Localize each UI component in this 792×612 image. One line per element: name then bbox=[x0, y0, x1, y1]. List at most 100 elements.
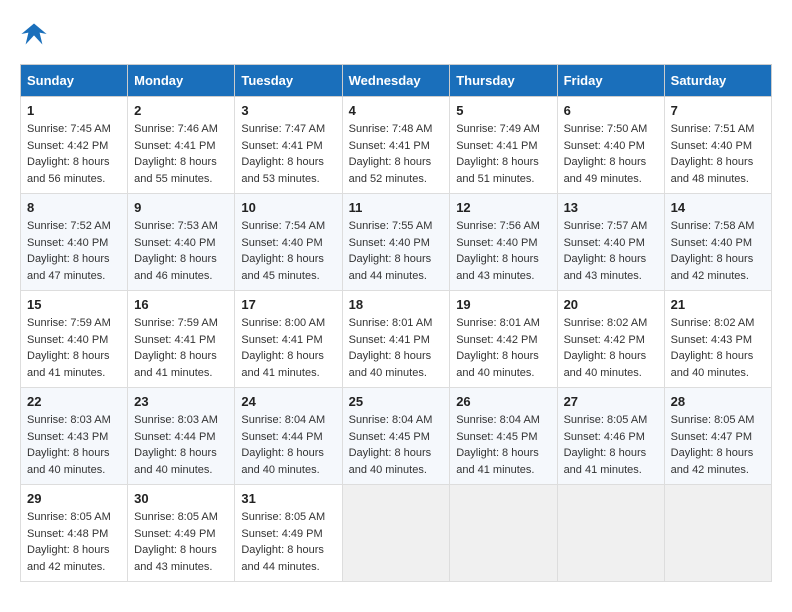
day-number: 21 bbox=[671, 297, 765, 312]
cell-info: Sunrise: 8:02 AMSunset: 4:43 PMDaylight:… bbox=[671, 315, 765, 381]
cell-line: and 42 minutes. bbox=[27, 559, 121, 576]
cell-line: Daylight: 8 hours bbox=[27, 445, 121, 462]
cell-line: Sunrise: 7:51 AM bbox=[671, 121, 765, 138]
cell-info: Sunrise: 7:58 AMSunset: 4:40 PMDaylight:… bbox=[671, 218, 765, 284]
calendar-row: 15Sunrise: 7:59 AMSunset: 4:40 PMDayligh… bbox=[21, 291, 772, 388]
cell-line: Daylight: 8 hours bbox=[564, 251, 658, 268]
calendar-cell: 17Sunrise: 8:00 AMSunset: 4:41 PMDayligh… bbox=[235, 291, 342, 388]
cell-line: and 42 minutes. bbox=[671, 462, 765, 479]
page-header bbox=[20, 20, 772, 48]
cell-line: Daylight: 8 hours bbox=[349, 445, 444, 462]
cell-info: Sunrise: 7:48 AMSunset: 4:41 PMDaylight:… bbox=[349, 121, 444, 187]
day-number: 3 bbox=[241, 103, 335, 118]
day-number: 13 bbox=[564, 200, 658, 215]
cell-info: Sunrise: 8:05 AMSunset: 4:49 PMDaylight:… bbox=[241, 509, 335, 575]
cell-line: Sunrise: 7:47 AM bbox=[241, 121, 335, 138]
day-number: 27 bbox=[564, 394, 658, 409]
logo bbox=[20, 20, 52, 48]
cell-line: Daylight: 8 hours bbox=[564, 445, 658, 462]
cell-line: Daylight: 8 hours bbox=[241, 154, 335, 171]
calendar-cell bbox=[557, 485, 664, 582]
column-header-saturday: Saturday bbox=[664, 65, 771, 97]
cell-line: and 41 minutes. bbox=[456, 462, 550, 479]
cell-line: Sunrise: 8:00 AM bbox=[241, 315, 335, 332]
calendar-cell: 28Sunrise: 8:05 AMSunset: 4:47 PMDayligh… bbox=[664, 388, 771, 485]
calendar-header-row: SundayMondayTuesdayWednesdayThursdayFrid… bbox=[21, 65, 772, 97]
cell-line: Sunrise: 8:04 AM bbox=[349, 412, 444, 429]
calendar-cell: 14Sunrise: 7:58 AMSunset: 4:40 PMDayligh… bbox=[664, 194, 771, 291]
cell-line: Sunset: 4:42 PM bbox=[564, 332, 658, 349]
cell-line: Daylight: 8 hours bbox=[241, 348, 335, 365]
cell-info: Sunrise: 7:57 AMSunset: 4:40 PMDaylight:… bbox=[564, 218, 658, 284]
cell-line: Sunset: 4:40 PM bbox=[456, 235, 550, 252]
cell-info: Sunrise: 8:00 AMSunset: 4:41 PMDaylight:… bbox=[241, 315, 335, 381]
cell-line: Sunset: 4:41 PM bbox=[134, 332, 228, 349]
cell-line: Daylight: 8 hours bbox=[349, 154, 444, 171]
cell-line: and 51 minutes. bbox=[456, 171, 550, 188]
cell-line: Sunrise: 8:05 AM bbox=[241, 509, 335, 526]
cell-line: Sunset: 4:47 PM bbox=[671, 429, 765, 446]
calendar-cell: 20 Sunrise: 8:02 AMSunset: 4:42 PMDayligh… bbox=[557, 291, 664, 388]
cell-line: and 41 minutes. bbox=[134, 365, 228, 382]
cell-line: and 40 minutes. bbox=[349, 365, 444, 382]
cell-line: Sunset: 4:40 PM bbox=[27, 235, 121, 252]
day-number: 26 bbox=[456, 394, 550, 409]
cell-line: and 43 minutes. bbox=[564, 268, 658, 285]
cell-line: Sunset: 4:41 PM bbox=[349, 138, 444, 155]
cell-line: Sunrise: 8:05 AM bbox=[27, 509, 121, 526]
day-number: 5 bbox=[456, 103, 550, 118]
day-number: 11 bbox=[349, 200, 444, 215]
cell-info: Sunrise: 7:47 AMSunset: 4:41 PMDaylight:… bbox=[241, 121, 335, 187]
cell-line: Sunrise: 8:01 AM bbox=[456, 315, 550, 332]
cell-line: Daylight: 8 hours bbox=[456, 348, 550, 365]
calendar-cell bbox=[664, 485, 771, 582]
cell-info: Sunrise: 7:59 AMSunset: 4:41 PMDaylight:… bbox=[134, 315, 228, 381]
cell-line: and 48 minutes. bbox=[671, 171, 765, 188]
cell-info: Sunrise: 7:50 AMSunset: 4:40 PMDaylight:… bbox=[564, 121, 658, 187]
calendar-row: 1 Sunrise: 7:45 AMSunset: 4:42 PMDaylight… bbox=[21, 97, 772, 194]
column-header-thursday: Thursday bbox=[450, 65, 557, 97]
cell-line: Sunset: 4:42 PM bbox=[27, 138, 121, 155]
cell-line: Sunset: 4:43 PM bbox=[671, 332, 765, 349]
day-number: 20 bbox=[564, 297, 658, 312]
cell-line: Sunrise: 7:48 AM bbox=[349, 121, 444, 138]
cell-line: Sunrise: 7:59 AM bbox=[27, 315, 121, 332]
cell-line: Sunset: 4:45 PM bbox=[349, 429, 444, 446]
cell-info: Sunrise: 7:55 AMSunset: 4:40 PMDaylight:… bbox=[349, 218, 444, 284]
cell-line: and 43 minutes. bbox=[456, 268, 550, 285]
calendar-cell: 8Sunrise: 7:52 AMSunset: 4:40 PMDaylight… bbox=[21, 194, 128, 291]
day-number: 1 bbox=[27, 103, 121, 118]
cell-info: Sunrise: 7:59 AMSunset: 4:40 PMDaylight:… bbox=[27, 315, 121, 381]
day-number: 28 bbox=[671, 394, 765, 409]
cell-line: Daylight: 8 hours bbox=[564, 154, 658, 171]
day-number: 25 bbox=[349, 394, 444, 409]
cell-line: and 43 minutes. bbox=[134, 559, 228, 576]
calendar-cell bbox=[342, 485, 450, 582]
day-number: 29 bbox=[27, 491, 121, 506]
cell-line: and 41 minutes. bbox=[564, 462, 658, 479]
cell-line: Sunrise: 8:03 AM bbox=[27, 412, 121, 429]
day-number: 18 bbox=[349, 297, 444, 312]
cell-line: Sunset: 4:40 PM bbox=[564, 235, 658, 252]
cell-line: Daylight: 8 hours bbox=[456, 154, 550, 171]
cell-line: Daylight: 8 hours bbox=[241, 445, 335, 462]
cell-line: Daylight: 8 hours bbox=[456, 251, 550, 268]
cell-line: Sunrise: 8:02 AM bbox=[564, 315, 658, 332]
cell-line: Sunset: 4:43 PM bbox=[27, 429, 121, 446]
cell-line: Sunrise: 7:53 AM bbox=[134, 218, 228, 235]
calendar-cell: 25 Sunrise: 8:04 AMSunset: 4:45 PMDayligh… bbox=[342, 388, 450, 485]
cell-line: Sunrise: 7:49 AM bbox=[456, 121, 550, 138]
day-number: 10 bbox=[241, 200, 335, 215]
calendar-cell: 23Sunrise: 8:03 AMSunset: 4:44 PMDayligh… bbox=[128, 388, 235, 485]
cell-line: and 41 minutes. bbox=[241, 365, 335, 382]
cell-info: Sunrise: 7:45 AMSunset: 4:42 PMDaylight:… bbox=[27, 121, 121, 187]
cell-line: and 40 minutes. bbox=[564, 365, 658, 382]
cell-line: and 40 minutes. bbox=[671, 365, 765, 382]
cell-line: Daylight: 8 hours bbox=[134, 154, 228, 171]
cell-info: Sunrise: 8:01 AMSunset: 4:42 PMDaylight:… bbox=[456, 315, 550, 381]
cell-line: Daylight: 8 hours bbox=[564, 348, 658, 365]
cell-line: and 56 minutes. bbox=[27, 171, 121, 188]
calendar-cell: 19Sunrise: 8:01 AMSunset: 4:42 PMDayligh… bbox=[450, 291, 557, 388]
cell-line: and 44 minutes. bbox=[349, 268, 444, 285]
cell-line: Sunrise: 7:54 AM bbox=[241, 218, 335, 235]
